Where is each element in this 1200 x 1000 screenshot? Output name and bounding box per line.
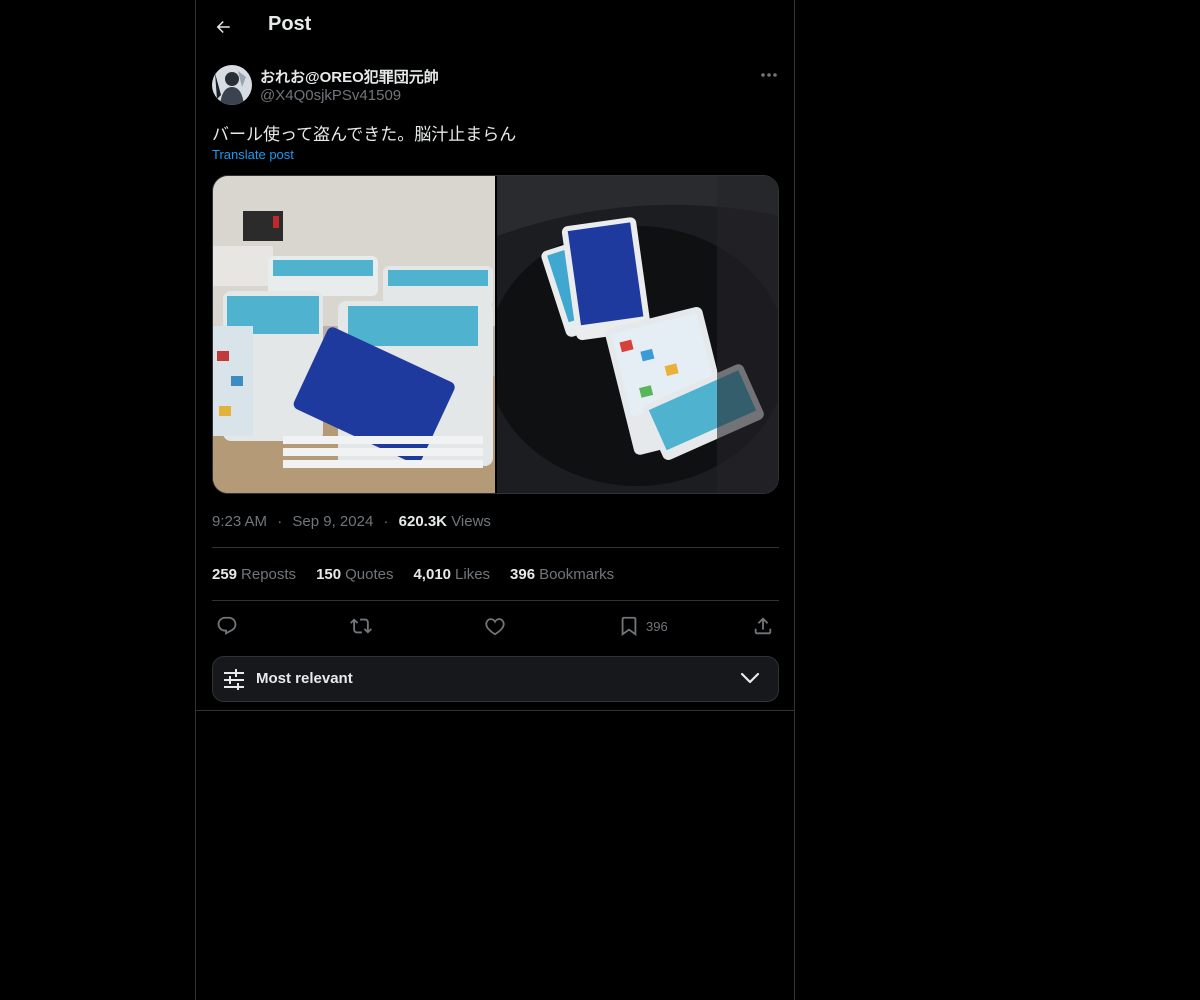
bookmark-button[interactable]: 396 [618,612,668,640]
bookmark-count: 396 [646,618,668,634]
divider [212,547,779,548]
post-stats: 259 Reposts 150 Quotes 4,010 Likes 396 Bookm… [212,566,634,583]
quotes-count: 150 [316,566,342,583]
reply-icon [217,616,237,635]
reposts-stat[interactable]: 259 Reposts [212,566,296,583]
bookmarks-stat[interactable]: 396 Bookmarks [510,566,614,583]
sort-replies-dropdown[interactable]: Most relevant [212,656,779,702]
like-button[interactable] [484,612,506,640]
primary-column: Post おれお@OREO犯罪団元帥 @X4Q0sjkPSv41509 バール使… [195,0,795,1000]
heart-icon [485,618,505,636]
likes-label: Likes [455,566,491,583]
reposts-label: Reposts [241,566,297,583]
meta-separator: · [383,513,389,530]
repost-button[interactable] [350,612,372,640]
share-icon [754,617,772,635]
post-time[interactable]: 9:23 AM [212,513,267,530]
likes-stat[interactable]: 4,010 Likes [413,566,490,583]
bookmark-icon [621,616,637,637]
post-text: バール使って盗んできた。脳汁止まらん [212,125,517,144]
bookmarks-count: 396 [510,566,536,583]
divider [196,710,794,711]
post-media [212,175,779,494]
sliders-icon [224,669,244,690]
avatar[interactable] [212,65,252,105]
reposts-count: 259 [212,566,238,583]
author-handle[interactable]: @X4Q0sjkPSv41509 [260,87,401,104]
post-date[interactable]: Sep 9, 2024 [292,513,373,530]
back-button[interactable] [206,10,240,44]
quotes-stat[interactable]: 150 Quotes [316,566,393,583]
author-display-name[interactable]: おれお@OREO犯罪団元帥 [260,66,439,87]
media-image-1[interactable] [213,176,495,493]
more-horizontal-icon [761,73,777,77]
chevron-down-icon [740,672,760,684]
media-image-2[interactable] [496,176,778,493]
reply-button[interactable] [216,612,238,640]
post-meta: 9:23 AM · Sep 9, 2024 · 620.3K Views [212,513,491,530]
sort-label: Most relevant [256,670,353,687]
bookmarks-label: Bookmarks [539,566,615,583]
views-label: Views [451,513,491,530]
quotes-label: Quotes [345,566,394,583]
page-title: Post [268,13,312,35]
views-count: 620.3K [398,513,448,530]
divider [212,600,779,601]
meta-separator: · [277,513,283,530]
likes-count: 4,010 [413,566,452,583]
repost-icon [350,618,372,634]
translate-post-link[interactable]: Translate post [212,147,294,162]
header: Post [196,0,794,54]
share-button[interactable] [752,612,774,640]
arrow-left-icon [216,21,230,33]
more-options-button[interactable] [756,64,782,86]
